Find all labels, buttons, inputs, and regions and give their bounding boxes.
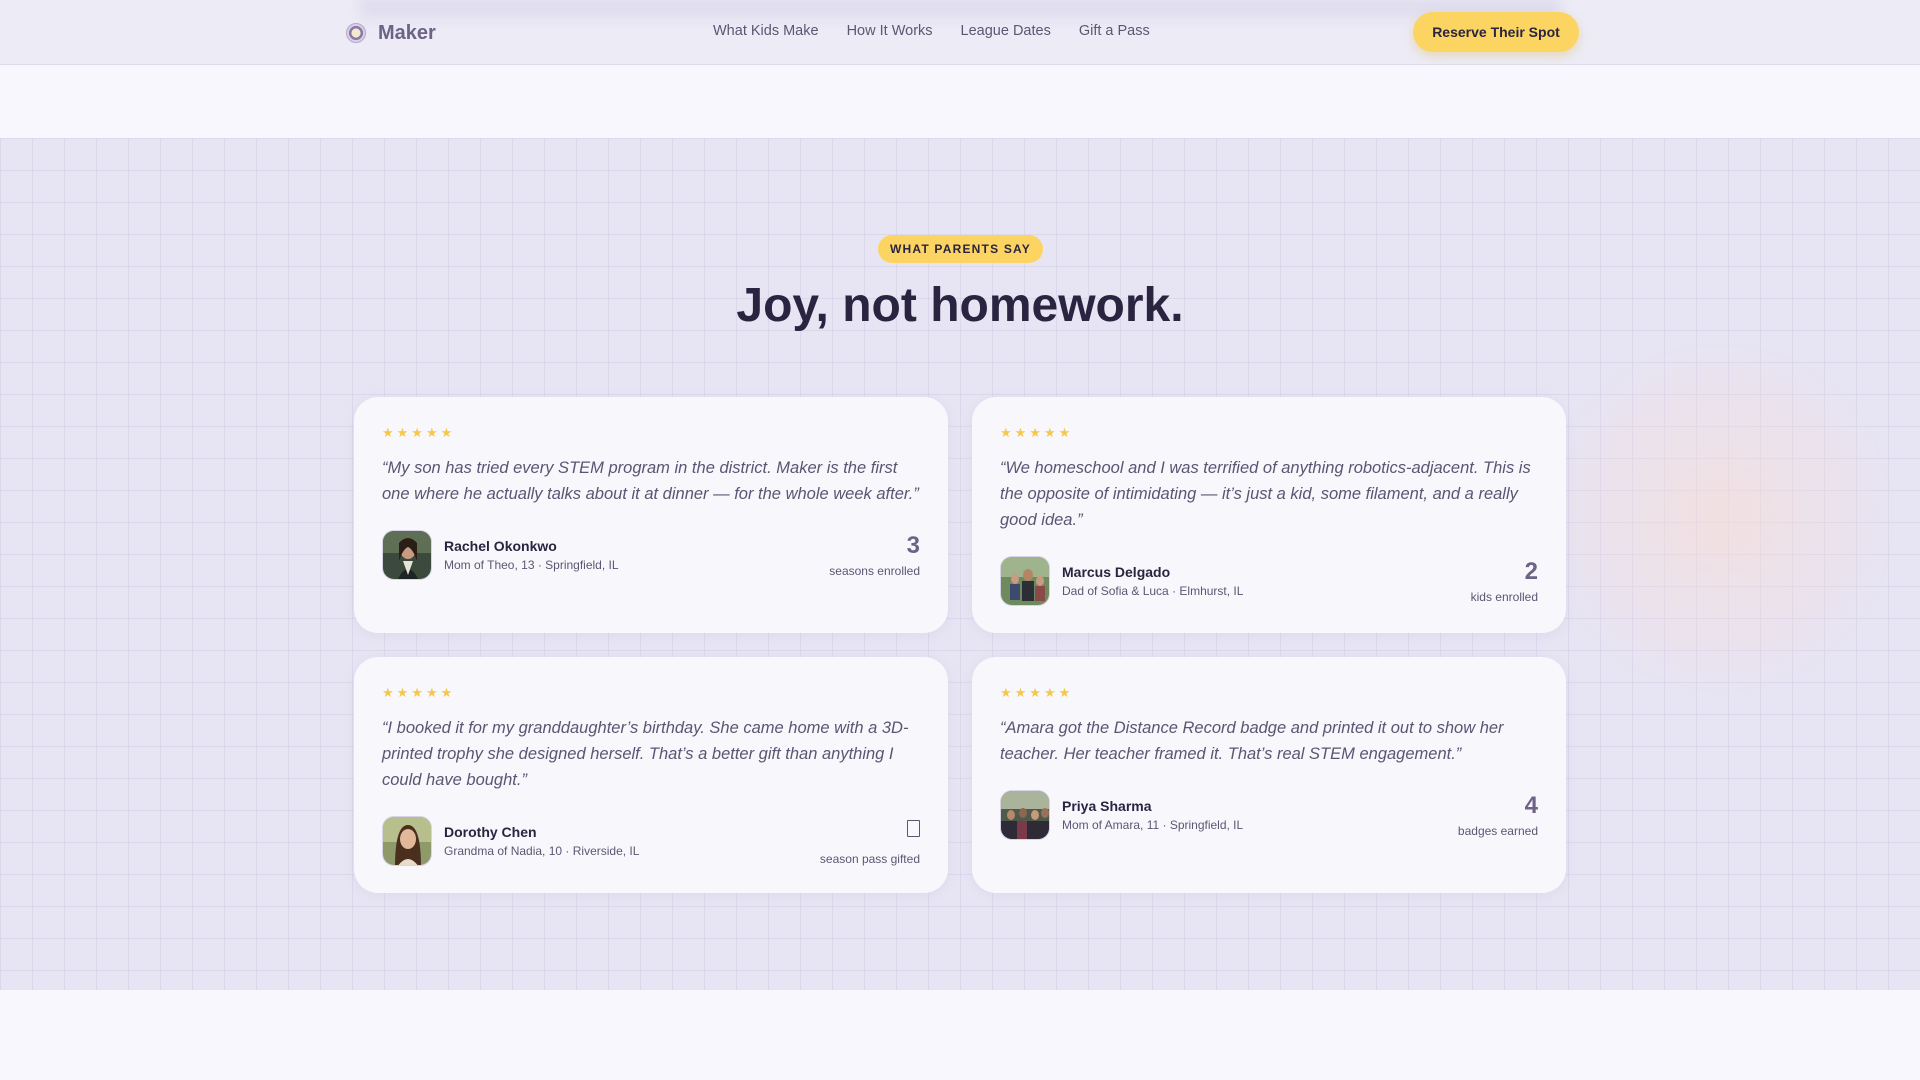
star-rating: ★★★★★ — [382, 425, 456, 440]
nav-link-what-kids-make[interactable]: What Kids Make — [713, 23, 819, 39]
author-meta: Mom of Amara, 11 · Springfield, IL — [1062, 818, 1244, 832]
testimonial-stat: season pass gifted — [820, 820, 920, 866]
author-meta: Dad of Sofia & Luca · Elmhurst, IL — [1062, 584, 1244, 598]
author-name: Dorothy Chen — [444, 824, 537, 840]
gift-icon — [907, 820, 920, 837]
stat-label: kids enrolled — [1470, 590, 1538, 604]
testimonial-stat: 4 badges earned — [1458, 792, 1538, 838]
top-nav: Maker What Kids Make How It Works League… — [0, 0, 1920, 65]
background-glow — [1540, 338, 1900, 698]
nav-link-how-it-works[interactable]: How It Works — [847, 23, 933, 39]
testimonial-stat: 3 seasons enrolled — [829, 532, 920, 578]
nav-link-gift-a-pass[interactable]: Gift a Pass — [1079, 23, 1150, 39]
avatar — [382, 530, 432, 580]
stat-value: 2 — [1524, 558, 1538, 585]
testimonial-card: ★★★★★ “We homeschool and I was terrified… — [972, 397, 1566, 633]
stat-label: season pass gifted — [819, 852, 920, 866]
testimonial-author: Dorothy Chen Grandma of Nadia, 10 · Rive… — [382, 816, 639, 866]
testimonial-author: Rachel Okonkwo Mom of Theo, 13 · Springf… — [382, 530, 619, 580]
brand-name: Maker — [378, 21, 436, 44]
testimonials-section — [0, 138, 1920, 990]
nav-link-league-dates[interactable]: League Dates — [961, 23, 1051, 39]
brand-logo-link[interactable]: Maker — [346, 20, 436, 46]
avatar — [382, 816, 432, 866]
testimonial-quote: “We homeschool and I was terrified of an… — [1000, 459, 1531, 529]
reserve-spot-button[interactable]: Reserve Their Spot — [1413, 12, 1579, 52]
maker-logo-icon — [346, 23, 366, 43]
section-eyebrow-badge: WHAT PARENTS SAY — [878, 235, 1043, 263]
stat-label: badges earned — [1457, 824, 1538, 838]
author-name: Marcus Delgado — [1062, 564, 1171, 580]
stat-label: seasons enrolled — [829, 564, 920, 578]
nav-links: What Kids Make How It Works League Dates… — [713, 23, 1150, 39]
avatar — [1000, 790, 1050, 840]
testimonial-quote: “My son has tried every STEM program in … — [382, 459, 919, 503]
star-rating: ★★★★★ — [1000, 685, 1074, 700]
section-title: Joy, not homework. — [736, 279, 1184, 332]
avatar — [1000, 556, 1050, 606]
author-name: Priya Sharma — [1062, 798, 1152, 814]
testimonial-card: ★★★★★ “My son has tried every STEM progr… — [354, 397, 948, 633]
testimonial-card: ★★★★★ “Amara got the Distance Record bad… — [972, 657, 1566, 893]
testimonial-author: Marcus Delgado Dad of Sofia & Luca · Elm… — [1000, 556, 1243, 606]
author-meta: Mom of Theo, 13 · Springfield, IL — [444, 558, 619, 572]
stat-value: 3 — [906, 532, 920, 559]
testimonial-quote: “Amara got the Distance Record badge and… — [1000, 719, 1504, 763]
testimonial-author: Priya Sharma Mom of Amara, 11 · Springfi… — [1000, 790, 1243, 840]
star-rating: ★★★★★ — [382, 685, 456, 700]
author-meta: Grandma of Nadia, 10 · Riverside, IL — [444, 844, 640, 858]
star-rating: ★★★★★ — [1000, 425, 1074, 440]
stat-value: 4 — [1524, 792, 1538, 819]
testimonial-card: ★★★★★ “I booked it for my granddaughter’… — [354, 657, 948, 893]
testimonial-stat: 2 kids enrolled — [1471, 558, 1538, 604]
author-name: Rachel Okonkwo — [444, 538, 557, 554]
testimonial-quote: “I booked it for my granddaughter’s birt… — [382, 719, 909, 789]
page-footer-band — [0, 990, 1920, 1080]
